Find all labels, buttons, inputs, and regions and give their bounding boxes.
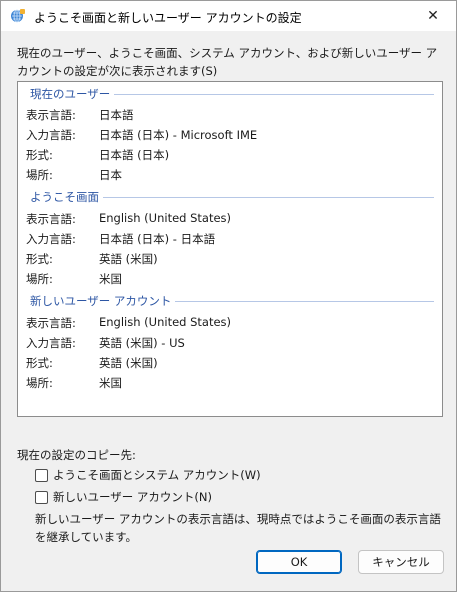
- copy-settings-label: 現在の設定のコピー先:: [17, 448, 136, 462]
- row-value: 日本語: [99, 108, 134, 122]
- row-label: 形式:: [26, 148, 53, 162]
- group-title: ようこそ画面: [30, 189, 103, 205]
- close-button[interactable]: ✕: [410, 1, 456, 31]
- row-label: 場所:: [26, 376, 53, 390]
- row-value: 英語 (米国): [99, 252, 158, 266]
- copy-to-welcome-screen-checkbox[interactable]: ようこそ画面とシステム アカウント(W): [35, 467, 261, 483]
- settings-list[interactable]: 現在のユーザー 表示言語: 日本語 入力言語: 日本語 (日本) - Micro…: [17, 81, 443, 417]
- row-value: English (United States): [99, 211, 232, 225]
- row-value: 日本: [99, 168, 122, 182]
- row-label: 入力言語:: [26, 232, 76, 246]
- row-value: 英語 (米国): [99, 356, 158, 370]
- checkbox-label[interactable]: 新しいユーザー アカウント(N): [53, 489, 212, 505]
- group-title: 現在のユーザー: [30, 86, 115, 102]
- globe-settings-icon: [10, 8, 26, 24]
- row-label: 形式:: [26, 252, 53, 266]
- window-title: ようこそ画面と新しいユーザー アカウントの設定: [34, 11, 302, 25]
- row-value: 日本語 (日本) - 日本語: [99, 232, 216, 246]
- row-label: 場所:: [26, 168, 53, 182]
- row-label: 表示言語:: [26, 108, 76, 122]
- row-value: 米国: [99, 272, 122, 286]
- group-title: 新しいユーザー アカウント: [30, 293, 176, 309]
- row-label: 入力言語:: [26, 336, 76, 350]
- intro-text: 現在のユーザー、ようこそ画面、システム アカウント、および新しいユーザー アカウ…: [17, 46, 438, 78]
- checkbox-label[interactable]: ようこそ画面とシステム アカウント(W): [53, 467, 261, 483]
- row-value: 英語 (米国) - US: [99, 336, 185, 350]
- checkbox-box[interactable]: [35, 490, 48, 504]
- dialog-window: ようこそ画面と新しいユーザー アカウントの設定 ✕ 現在のユーザー、ようこそ画面…: [0, 0, 457, 592]
- ok-button[interactable]: OK: [256, 550, 342, 574]
- group-header-new-user-account: 新しいユーザー アカウント: [30, 293, 434, 309]
- group-header-current-user: 現在のユーザー: [30, 86, 434, 102]
- row-value: English (United States): [99, 315, 232, 329]
- row-label: 場所:: [26, 272, 53, 286]
- row-label: 形式:: [26, 356, 53, 370]
- row-value: 日本語 (日本) - Microsoft IME: [99, 128, 258, 142]
- row-value: 日本語 (日本): [99, 148, 170, 162]
- inheritance-note: 新しいユーザー アカウントの表示言語は、現時点ではようこそ画面の表示言語を継承し…: [35, 512, 441, 544]
- checkbox-box[interactable]: [35, 468, 48, 482]
- copy-to-new-user-checkbox[interactable]: 新しいユーザー アカウント(N): [35, 489, 212, 505]
- row-label: 表示言語:: [26, 316, 76, 330]
- row-label: 表示言語:: [26, 212, 76, 226]
- row-label: 入力言語:: [26, 128, 76, 142]
- title-bar: ようこそ画面と新しいユーザー アカウントの設定 ✕: [1, 1, 456, 31]
- group-header-welcome-screen: ようこそ画面: [30, 189, 434, 205]
- close-icon: ✕: [427, 8, 439, 24]
- row-value: 米国: [99, 376, 122, 390]
- cancel-button[interactable]: キャンセル: [358, 550, 444, 574]
